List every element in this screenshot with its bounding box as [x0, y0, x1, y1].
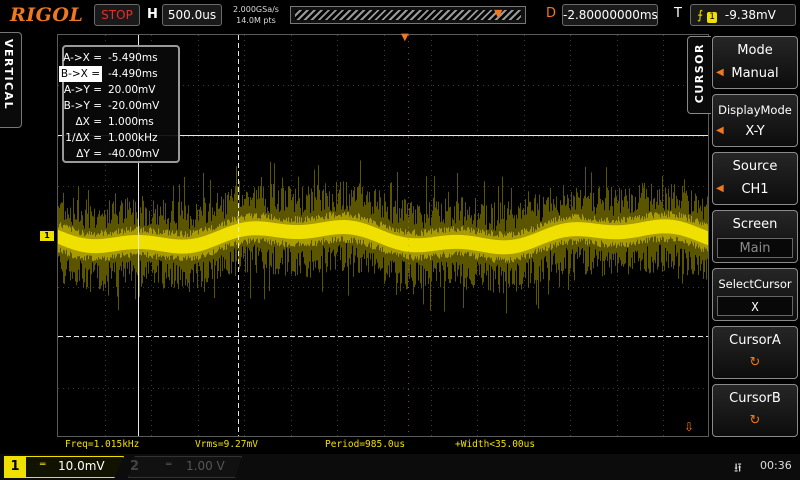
cursor-b-softkey[interactable]: CursorB ↻ [712, 384, 798, 437]
cursor-value: -40.00mV [108, 148, 160, 160]
display-mode-softkey[interactable]: DisplayMode ◀ X-Y [712, 94, 798, 147]
mode-softkey[interactable]: Mode ◀ Manual [712, 36, 798, 89]
softkey-title: Source [732, 159, 778, 174]
cursor-invdx-row: 1/ΔX = 1.000kHz [64, 130, 178, 146]
ch1-vertical-scale: 10.0mV [58, 459, 105, 473]
system-clock: 00:36 [760, 459, 792, 472]
vrms-measurement[interactable]: Vrms=9.27mV [195, 439, 258, 450]
cursor-label: ΔX = [75, 116, 102, 128]
timebase-value[interactable]: 500.0us [162, 4, 222, 26]
memory-position-strip: ▼ [290, 6, 526, 24]
trigger-offscreen-icon: ⇩ [684, 420, 695, 434]
width-measurement[interactable]: +Width<35.00us [455, 439, 535, 450]
dc-coupling-icon: ═ [40, 460, 46, 470]
bottom-status-bar: 1 ═ 10.0mV 2 ═ 1.00 V ⭿ 00:36 [0, 454, 800, 480]
cursor-label: B->X = [58, 66, 102, 82]
cursor-a-softkey[interactable]: CursorA ↻ [712, 326, 798, 379]
period-measurement[interactable]: Period=985.0us [325, 439, 405, 450]
cursor-ay-row: A->Y = 20.00mV [64, 82, 178, 98]
rising-edge-icon: ⨍ [697, 8, 704, 22]
delay-label: D [546, 6, 557, 21]
select-cursor-softkey[interactable]: SelectCursor X [712, 268, 798, 321]
cursor-value: 1.000kHz [108, 132, 158, 144]
rotary-knob-icon: ↻ [749, 355, 761, 370]
softkey-title: Mode [737, 43, 773, 58]
trigger-setting[interactable]: ⨍ 1 -9.38mV [690, 4, 796, 26]
ch2-vertical-scale: 1.00 V [186, 459, 225, 473]
measurement-bar: Freq=1.015kHz Vrms=9.27mV Period=985.0us… [57, 438, 709, 452]
top-status-bar: RIGOL STOP H 500.0us 2.000GSa/s 14.0M pt… [0, 0, 800, 32]
softkey-title: CursorB [729, 391, 781, 406]
sample-rate: 2.000GSa/s [233, 5, 279, 14]
softkey-value: Manual [731, 66, 779, 81]
softkey-value: X [717, 296, 793, 316]
horizontal-delay-value[interactable]: -2.80000000ms [562, 4, 658, 26]
cursor-value: -4.490ms [108, 68, 158, 80]
cursor-dx-row: ΔX = 1.000ms [64, 114, 178, 130]
cursor-bx-row: B->X = -4.490ms [58, 66, 178, 82]
cursor-menu-tab[interactable]: CURSOR [687, 36, 711, 114]
trigger-label: T [674, 6, 682, 21]
vertical-tab-label: VERTICAL [2, 39, 15, 111]
softkey-value: X-Y [745, 124, 765, 139]
trigger-level-value: -9.38mV [724, 8, 776, 22]
dc-coupling-icon: ═ [166, 460, 172, 470]
usb-icon: ⭿ [734, 461, 742, 475]
rotary-knob-icon: ↻ [749, 413, 761, 428]
ch1-offset-marker[interactable]: 1 [40, 231, 54, 241]
cursor-value: 1.000ms [108, 116, 154, 128]
menu-tab-label: CURSOR [693, 43, 706, 104]
cursor-label: A->X = [63, 52, 102, 64]
memory-depth: 14.0M pts [236, 16, 276, 25]
screen-softkey[interactable]: Screen Main [712, 210, 798, 263]
cursor-value: -20.00mV [108, 100, 160, 112]
cursor-label: ΔY = [76, 148, 102, 160]
cursor-value: 20.00mV [108, 84, 156, 96]
vertical-menu-tab[interactable]: VERTICAL [0, 32, 22, 128]
waveform-memory-preview [295, 10, 521, 20]
freq-measurement[interactable]: Freq=1.015kHz [65, 439, 139, 450]
cursor-label: 1/ΔX = [65, 132, 102, 144]
cursor-label: A->Y = [63, 84, 102, 96]
trigger-channel-badge: 1 [707, 12, 718, 23]
horizontal-label: H [147, 7, 158, 22]
softkey-value: CH1 [741, 182, 769, 197]
sample-info: 2.000GSa/s 14.0M pts [226, 4, 286, 26]
softkey-title: CursorA [729, 333, 781, 348]
softkey-title: DisplayMode [718, 103, 792, 117]
brand-logo: RIGOL [10, 4, 84, 26]
cursor-ax-row: A->X = -5.490ms [63, 50, 178, 66]
ch2-number: 2 [130, 459, 140, 474]
cursor-readout-panel: A->X = -5.490ms B->X = -4.490ms A->Y = 20.0… [58, 45, 180, 163]
trigger-position-marker-icon: ▼ [494, 7, 503, 20]
softkey-title: Screen [732, 217, 778, 232]
trigger-time-marker-icon: ▼ [401, 32, 409, 43]
cursor-by-row: B->Y = -20.00mV [64, 98, 178, 114]
source-softkey[interactable]: Source ◀ CH1 [712, 152, 798, 205]
cursor-label: B->Y = [63, 100, 102, 112]
softkey-title: SelectCursor [718, 277, 792, 291]
run-stop-indicator[interactable]: STOP [94, 4, 140, 26]
cursor-dy-row: ΔY = -40.00mV [64, 146, 178, 162]
cursor-value: -5.490ms [108, 52, 158, 64]
ch1-number: 1 [4, 456, 26, 478]
softkey-value: Main [717, 238, 793, 258]
